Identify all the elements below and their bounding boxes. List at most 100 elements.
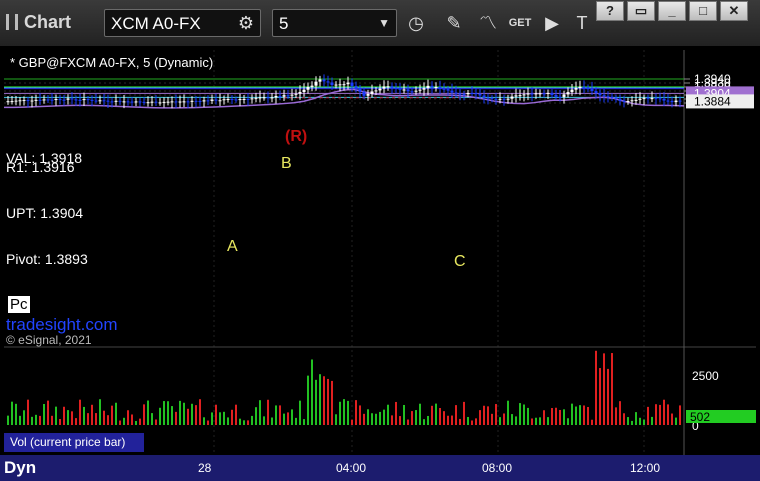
volume-bar xyxy=(327,378,329,425)
candle-body xyxy=(106,100,110,102)
close-icon[interactable]: ✕ xyxy=(720,1,748,21)
volume-bar xyxy=(507,400,509,425)
clock-icon[interactable]: ◷ xyxy=(402,9,430,37)
volume-bar xyxy=(391,415,393,425)
upt-label: UPT: 1.3904 xyxy=(6,205,84,221)
candle-body xyxy=(118,100,122,102)
candle-body xyxy=(430,85,434,88)
candle-body xyxy=(178,101,182,103)
candle-body xyxy=(290,94,294,96)
volume-bar xyxy=(39,415,41,425)
candle-body xyxy=(570,89,574,93)
volume-bar xyxy=(67,410,69,425)
candle-body xyxy=(394,87,398,89)
candle-body xyxy=(226,98,230,100)
pencil-icon[interactable]: ✎ xyxy=(440,9,468,37)
volume-bar xyxy=(431,405,433,425)
volume-bar xyxy=(527,407,529,425)
candle-body xyxy=(6,101,10,103)
volume-bar xyxy=(123,417,125,425)
app-title: Chart xyxy=(6,12,71,33)
pivot-label: Pivot: 1.3893 xyxy=(6,251,88,267)
candle-body xyxy=(230,98,234,100)
minimize-icon[interactable]: _ xyxy=(658,1,686,21)
candle-body xyxy=(450,90,454,93)
candle-body xyxy=(586,87,590,89)
play-icon[interactable]: ▶ xyxy=(538,9,566,37)
price-chart[interactable]: 1.39401.39301.39201.39101.39001.38901.38… xyxy=(4,50,756,455)
candle-body xyxy=(158,102,162,104)
volume-bar xyxy=(83,406,85,425)
volume-bar xyxy=(99,399,101,425)
volume-bar xyxy=(171,406,173,425)
candle-body xyxy=(482,95,486,98)
candle-body xyxy=(98,100,102,102)
volume-bar xyxy=(539,417,541,425)
app-title-text: Chart xyxy=(24,12,72,32)
get-icon[interactable]: GET xyxy=(506,9,534,37)
volume-bar xyxy=(427,415,429,425)
volume-bar xyxy=(567,418,569,425)
volume-bar xyxy=(675,417,677,425)
candle-body xyxy=(346,82,350,85)
volume-bar xyxy=(23,410,25,425)
volume-bar xyxy=(355,400,357,425)
volume-bar xyxy=(663,399,665,425)
volume-bar xyxy=(659,404,661,425)
interval-combo[interactable]: 5 ▼ xyxy=(272,9,397,37)
candle-body xyxy=(114,100,118,102)
candle-body xyxy=(630,100,634,102)
settings-gear-icon[interactable]: ⚙ xyxy=(232,9,260,37)
volume-bar xyxy=(543,410,545,425)
candle-body xyxy=(390,86,394,88)
candle-body xyxy=(658,98,662,100)
volume-bar xyxy=(119,420,121,425)
volume-bar xyxy=(411,411,413,425)
volume-bar xyxy=(583,405,585,425)
volume-bar xyxy=(175,411,177,425)
volume-bar xyxy=(179,400,181,425)
help-icon[interactable]: ? xyxy=(596,1,624,21)
volume-bar xyxy=(243,420,245,425)
volume-bar xyxy=(203,417,205,425)
volume-bar xyxy=(163,401,165,425)
volume-bar xyxy=(475,418,477,425)
candle-body xyxy=(582,86,586,88)
candle-body xyxy=(458,93,462,95)
restore-icon[interactable]: ▭ xyxy=(627,1,655,21)
candle-body xyxy=(446,89,450,91)
candle-body xyxy=(342,84,346,86)
volume-bar xyxy=(619,401,621,425)
candle-body xyxy=(538,93,542,95)
volume-bar xyxy=(227,417,229,425)
candle-body xyxy=(274,96,278,98)
title-bar: Chart XCM A0-FX ⚙ 5 ▼ ◷ ✎ 〽 GET ▶ T ? ▭ … xyxy=(0,0,760,46)
volume-bar xyxy=(579,405,581,425)
volume-bar xyxy=(563,409,565,425)
candle-body xyxy=(214,99,218,101)
volume-bar xyxy=(167,401,169,425)
maximize-icon[interactable]: □ xyxy=(689,1,717,21)
candle-body xyxy=(102,100,106,102)
candle-body xyxy=(278,96,282,98)
candle-body xyxy=(190,100,194,102)
candle-body xyxy=(550,92,554,95)
candle-body xyxy=(350,82,354,87)
candle-body xyxy=(330,82,334,85)
chart-type-icon[interactable]: 〽 xyxy=(474,9,502,37)
candle-body xyxy=(46,99,50,101)
candle-body xyxy=(326,81,330,83)
volume-bar xyxy=(435,403,437,425)
text-tool-icon[interactable]: T xyxy=(568,9,596,37)
candle-body xyxy=(626,101,630,103)
candle-body xyxy=(62,99,66,101)
volume-study-label[interactable]: Vol (current price bar) xyxy=(4,433,144,452)
volume-bar xyxy=(127,410,129,425)
volume-bar xyxy=(647,406,649,425)
candle-body xyxy=(86,99,90,101)
candle-body xyxy=(386,86,390,88)
volume-bar xyxy=(631,420,633,425)
volume-bar xyxy=(75,418,77,425)
volume-bar xyxy=(607,368,609,425)
volume-bar xyxy=(595,350,597,425)
